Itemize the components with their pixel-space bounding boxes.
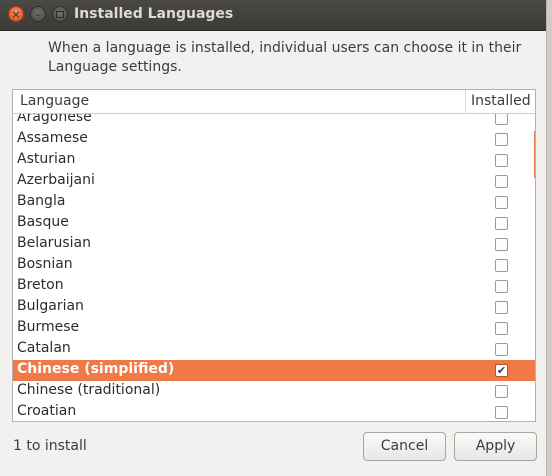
installed-languages-window: × – Installed Languages When a language … [0,0,547,476]
installed-checkbox[interactable] [495,217,508,230]
language-row[interactable]: Bosnian [13,255,535,276]
language-row[interactable]: Assamese [13,129,535,150]
language-row[interactable]: Catalan [13,339,535,360]
language-name: Chinese (simplified) [17,361,175,377]
language-name: Croatian [17,403,77,419]
language-name: Catalan [17,340,71,356]
language-row[interactable]: Basque [13,213,535,234]
installed-checkbox[interactable] [495,406,508,419]
minimize-icon: – [35,7,41,21]
title-bar[interactable]: × – Installed Languages [0,0,546,31]
language-row[interactable]: Croatian [13,402,535,421]
language-name: Bulgarian [17,298,84,314]
installed-checkbox[interactable] [495,196,508,209]
description-line-1: When a language is installed, individual… [48,40,522,56]
close-icon: × [11,7,21,21]
maximize-icon [56,10,64,18]
column-header-installed[interactable]: Installed [471,93,531,109]
window-title: Installed Languages [74,6,234,22]
installed-checkbox[interactable] [495,259,508,272]
installed-checkbox[interactable] [495,322,508,335]
installed-checkbox[interactable] [495,385,508,398]
description-text: When a language is installed, individual… [48,39,528,77]
language-name: Azerbaijani [17,172,95,188]
installed-checkbox[interactable]: ✔ [495,364,508,377]
installed-checkbox[interactable] [495,154,508,167]
scroll-indicator[interactable] [534,131,535,178]
checkmark-icon: ✔ [496,364,507,377]
close-window-button[interactable]: × [8,6,24,22]
language-row[interactable]: Chinese (traditional) [13,381,535,402]
maximize-window-button[interactable] [52,6,68,22]
language-name: Belarusian [17,235,91,251]
language-name: Assamese [17,130,88,146]
list-header: Language Installed [13,90,535,114]
installed-checkbox[interactable] [495,343,508,356]
language-name: Chinese (traditional) [17,382,161,398]
language-row[interactable]: Asturian [13,150,535,171]
language-name: Bangla [17,193,66,209]
language-name: Basque [17,214,69,230]
description-line-2: Language settings. [48,59,182,75]
language-row[interactable]: Bulgarian [13,297,535,318]
installed-checkbox[interactable] [495,175,508,188]
installed-checkbox[interactable] [495,280,508,293]
language-name: Asturian [17,151,76,167]
installed-checkbox[interactable] [495,301,508,314]
language-list[interactable]: Aragonese Assamese Asturian Azerbaijani Bang… [12,89,536,422]
language-name: Burmese [17,319,80,335]
column-header-language[interactable]: Language [20,93,89,109]
language-row[interactable]: Belarusian [13,234,535,255]
language-row[interactable]: Chinese (simplified) ✔ [13,360,535,381]
apply-button[interactable]: Apply [454,432,537,461]
language-row[interactable]: Azerbaijani [13,171,535,192]
language-row[interactable]: Burmese [13,318,535,339]
install-status: 1 to install [13,438,87,454]
language-name: Bosnian [17,256,73,272]
language-row[interactable]: Breton [13,276,535,297]
installed-checkbox[interactable] [495,238,508,251]
minimize-window-button[interactable]: – [30,6,46,22]
language-name: Breton [17,277,64,293]
cancel-button[interactable]: Cancel [363,432,446,461]
column-separator [465,90,466,114]
background-edge [547,0,552,476]
language-row[interactable]: Bangla [13,192,535,213]
installed-checkbox[interactable] [495,133,508,146]
